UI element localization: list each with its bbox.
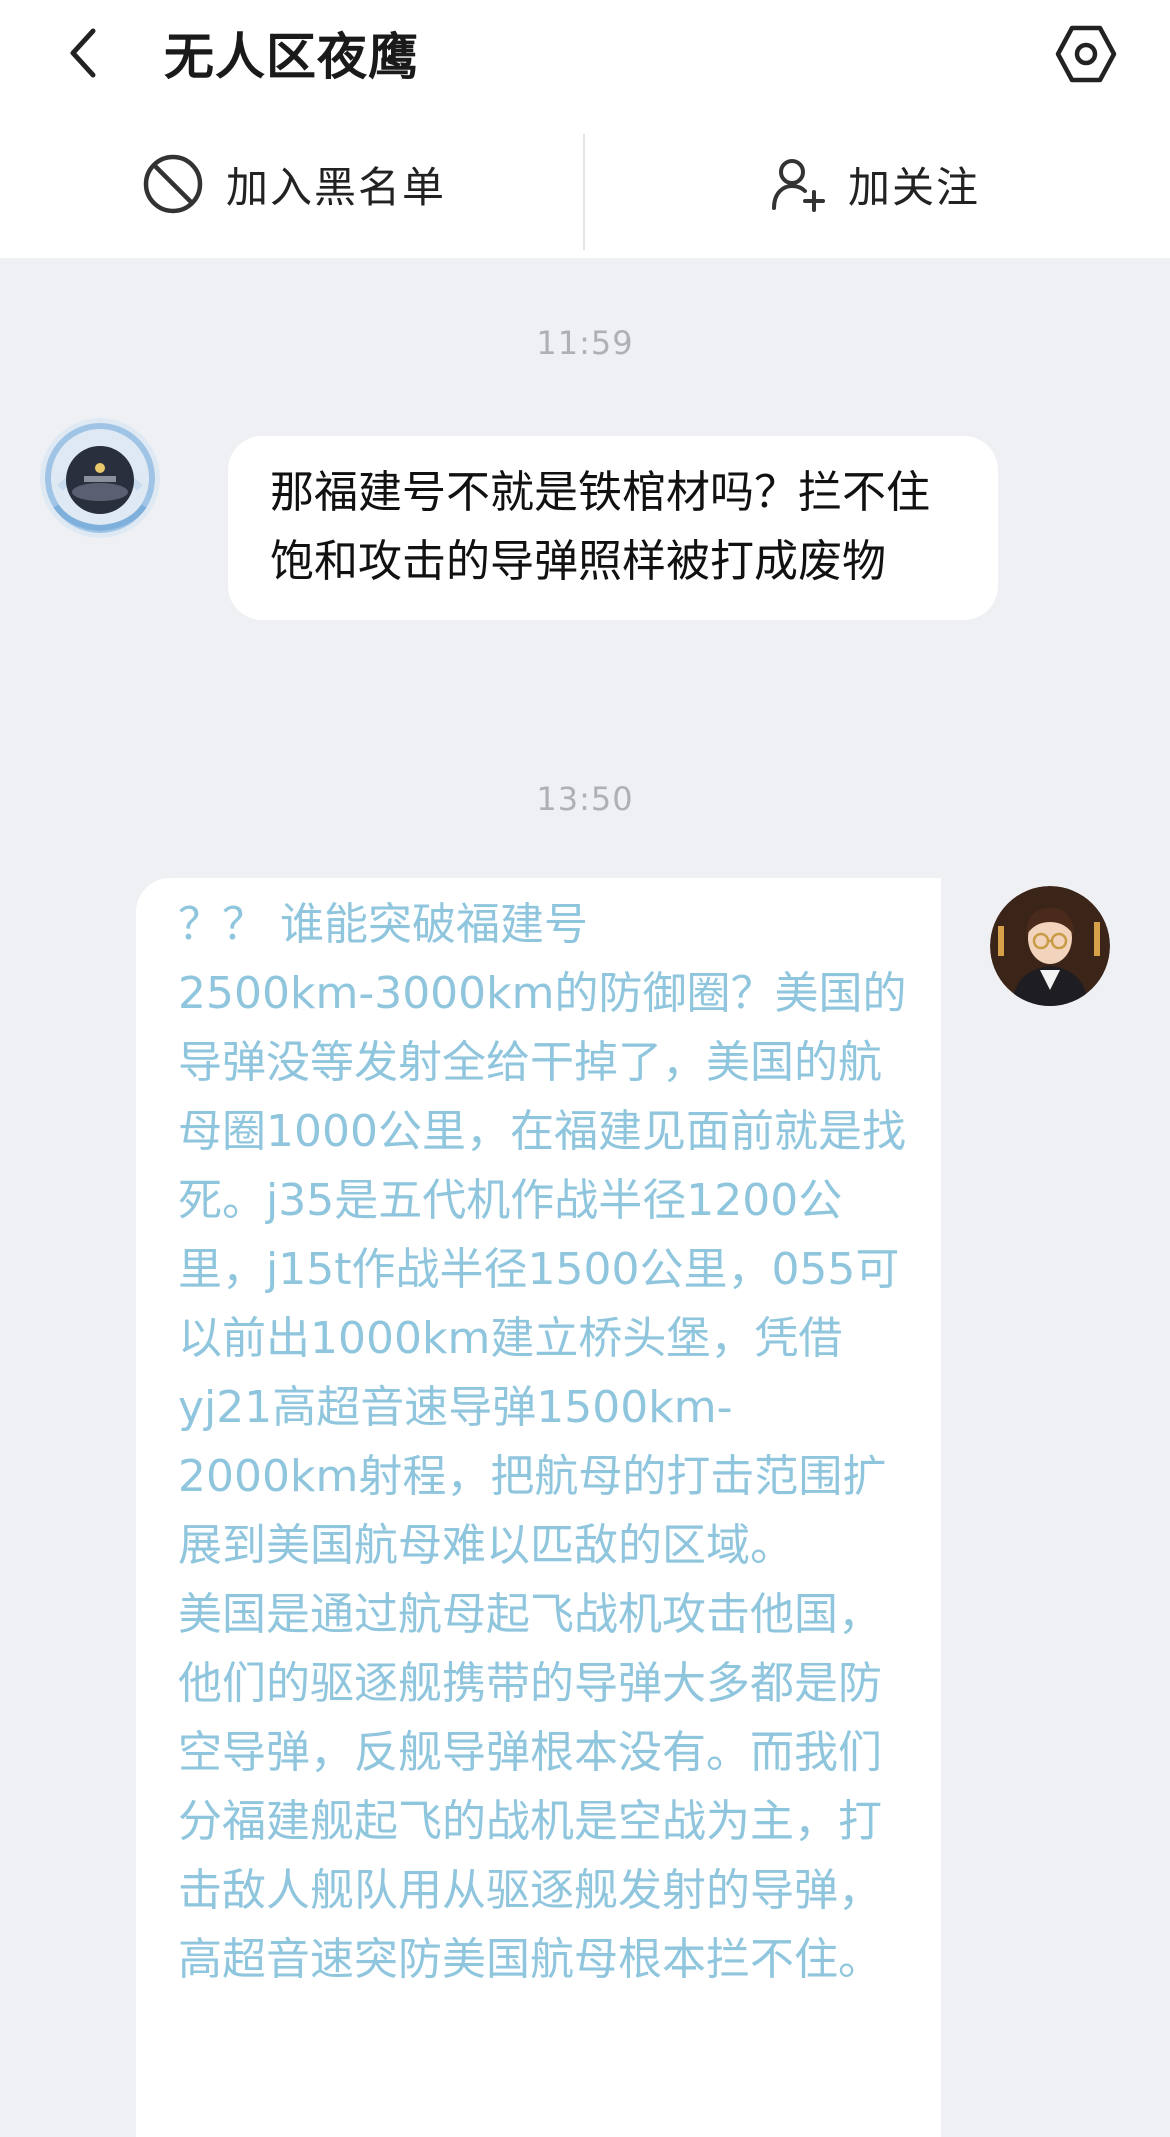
chevron-left-icon xyxy=(70,28,96,78)
follow-label: 加关注 xyxy=(848,162,981,212)
chat-page: 无人区夜鹰 加入黑名单 加关注 11:59 那福建号不就是铁棺材吗？拦不住饱和攻… xyxy=(0,0,1170,2137)
settings-button[interactable] xyxy=(1050,18,1122,90)
incoming-message-bubble[interactable]: 那福建号不就是铁棺材吗？拦不住饱和攻击的导弹照样被打成废物 xyxy=(228,436,998,620)
page-title: 无人区夜鹰 xyxy=(164,28,419,86)
contact-avatar[interactable] xyxy=(40,418,160,538)
top-nav-bar: 无人区夜鹰 xyxy=(0,0,1170,110)
back-button[interactable] xyxy=(48,18,118,88)
message-timestamp: 13:50 xyxy=(536,780,634,818)
add-to-blacklist-label: 加入黑名单 xyxy=(226,162,447,212)
my-avatar[interactable] xyxy=(990,886,1110,1006)
action-divider xyxy=(583,134,585,250)
prohibited-icon xyxy=(143,154,203,214)
follow-button[interactable]: 加关注 xyxy=(770,110,980,258)
add-to-blacklist-button[interactable]: 加入黑名单 xyxy=(142,110,446,258)
outgoing-message-bubble[interactable]: ？？ 谁能突破福建号 2500km-3000km的防御圈？美国的导弹没等发射全给… xyxy=(136,878,941,2137)
chat-message-list[interactable]: 11:59 那福建号不就是铁棺材吗？拦不住饱和攻击的导弹照样被打成废物 13:5… xyxy=(0,258,1170,2137)
message-timestamp: 11:59 xyxy=(536,324,634,362)
hexagon-settings-icon xyxy=(1055,25,1117,83)
add-user-icon xyxy=(772,159,825,212)
action-bar: 加入黑名单 加关注 xyxy=(0,110,1170,258)
